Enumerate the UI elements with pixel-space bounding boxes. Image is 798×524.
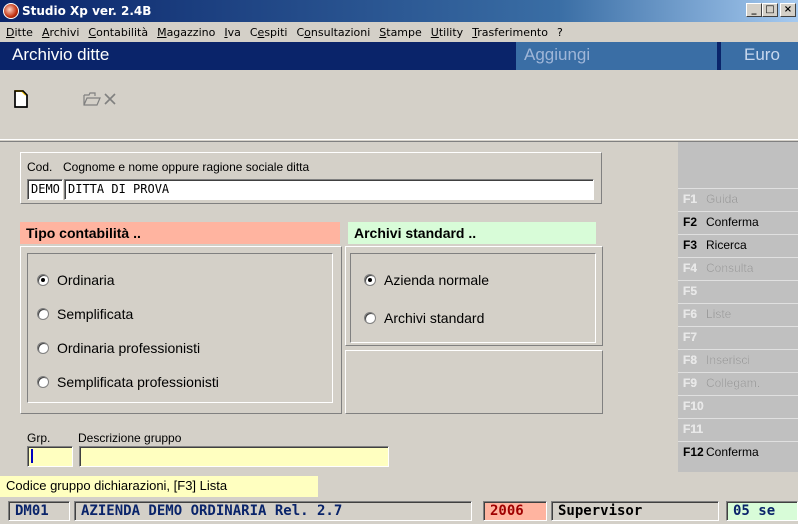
fkey-label: Conferma <box>706 215 759 229</box>
menu-item-7[interactable]: Stampe <box>379 26 422 39</box>
fkey-label: Inserisci <box>706 353 751 367</box>
tipo-option-2[interactable]: Ordinaria professionisti <box>37 340 200 356</box>
cod-label: Cod. <box>27 160 53 174</box>
grp-label: Grp. <box>27 431 51 445</box>
window-title: Studio Xp ver. 2.4B <box>22 4 152 18</box>
fkey-label: Collegam. <box>706 376 761 390</box>
fkey-f5: F5 <box>678 280 798 301</box>
group-code-input[interactable] <box>27 446 73 467</box>
archivi-standard-panel <box>345 246 603 346</box>
grp-desc-label: Descrizione gruppo <box>78 431 182 445</box>
menu-item-10[interactable]: ? <box>557 26 563 39</box>
close-button[interactable]: × <box>780 3 796 17</box>
status-company-name: AZIENDA DEMO ORDINARIA Rel. 2.7 <box>74 501 472 521</box>
app-icon[interactable] <box>3 3 19 19</box>
page-title: Archivio ditte <box>12 45 110 64</box>
delete-x-icon[interactable] <box>99 88 121 110</box>
status-date: 05 se <box>726 501 798 521</box>
radio-button[interactable] <box>37 376 49 388</box>
tipo-option-1[interactable]: Semplificata <box>37 306 133 322</box>
fkey-f11: F11 <box>678 418 798 439</box>
function-key-panel: F1 Guida F2 Conferma F3 Ricerca F4 Consulta F5 F6… <box>678 142 798 472</box>
fkey-key: F11 <box>683 422 704 436</box>
archivi-option-0[interactable]: Azienda normale <box>364 272 489 288</box>
fkey-key: F8 <box>683 353 698 367</box>
minimize-button[interactable]: _ <box>746 3 762 17</box>
name-label: Cognome e nome oppure ragione sociale di… <box>63 160 310 174</box>
menu-item-8[interactable]: Utility <box>431 26 463 39</box>
fkey-f2[interactable]: F2 Conferma <box>678 211 798 232</box>
fkey-label: Guida <box>706 192 739 206</box>
menu-item-9[interactable]: Trasferimento <box>472 26 548 39</box>
fkey-key: F6 <box>683 307 698 321</box>
empty-panel <box>345 350 603 414</box>
function-key-spacer <box>678 142 798 188</box>
fkey-key: F9 <box>683 376 698 390</box>
archivi-standard-heading: Archivi standard .. <box>348 222 596 244</box>
mode-indicator: Aggiungi <box>516 42 717 70</box>
radio-label: Semplificata <box>57 306 134 322</box>
window-controls: _ □ × <box>746 3 796 17</box>
radio-button[interactable] <box>364 274 376 286</box>
radio-button[interactable] <box>37 308 49 320</box>
menu-item-6[interactable]: Consultazioni <box>296 26 370 39</box>
tipo-option-0[interactable]: Ordinaria <box>37 272 115 288</box>
status-company-code: DM01 <box>8 501 70 521</box>
radio-label: Azienda normale <box>384 272 490 288</box>
radio-button[interactable] <box>364 312 376 324</box>
archivi-option-1[interactable]: Archivi standard <box>364 310 484 326</box>
company-name-input[interactable]: DITTA DI PROVA <box>64 179 594 200</box>
menu-item-3[interactable]: Magazzino <box>157 26 215 39</box>
status-year: 2006 <box>483 501 547 521</box>
new-document-icon[interactable] <box>10 88 32 110</box>
menu-item-1[interactable]: Archivi <box>42 26 79 39</box>
fkey-f8: F8 Inserisci <box>678 349 798 370</box>
radio-label: Archivi standard <box>384 310 485 326</box>
currency-indicator: Euro <box>721 42 798 70</box>
radio-label: Semplificata professionisti <box>57 374 219 390</box>
fkey-f6: F6 Liste <box>678 303 798 324</box>
fkey-label: Consulta <box>706 261 754 275</box>
radio-button[interactable] <box>37 342 49 354</box>
fkey-key: F7 <box>683 330 698 344</box>
fkey-f12[interactable]: F12 Conferma <box>678 441 798 462</box>
radio-label: Ordinaria <box>57 272 115 288</box>
hint-bar: Codice gruppo dichiarazioni, [F3] Lista <box>0 476 318 497</box>
fkey-f10: F10 <box>678 395 798 416</box>
fkey-key: F4 <box>683 261 698 275</box>
radio-button[interactable] <box>37 274 49 286</box>
title-bar[interactable]: Studio Xp ver. 2.4B _ □ × <box>0 0 798 22</box>
menu-item-5[interactable]: Cespiti <box>250 26 288 39</box>
fkey-key: F3 <box>683 238 698 252</box>
menu-item-4[interactable]: Iva <box>224 26 241 39</box>
group-description-input[interactable] <box>79 446 389 467</box>
fkey-key: F12 <box>683 445 704 459</box>
fkey-label: Ricerca <box>706 238 747 252</box>
fkey-key: F10 <box>683 399 704 413</box>
fkey-key: F2 <box>683 215 698 229</box>
tipo-contabilita-heading: Tipo contabilità .. <box>20 222 340 244</box>
fkey-f3[interactable]: F3 Ricerca <box>678 234 798 255</box>
menu-item-0[interactable]: Ditte <box>6 26 33 39</box>
fkey-f4: F4 Consulta <box>678 257 798 278</box>
radio-label: Ordinaria professionisti <box>57 340 201 356</box>
fkey-label: Conferma <box>706 445 759 459</box>
fkey-label: Liste <box>706 307 732 321</box>
status-user: Supervisor <box>551 501 719 521</box>
tipo-option-3[interactable]: Semplificata professionisti <box>37 374 219 390</box>
fkey-f9: F9 Collegam. <box>678 372 798 393</box>
cod-input[interactable]: DEMO <box>27 179 63 200</box>
header-band: Archivio ditte Aggiungi Euro <box>0 42 798 70</box>
menu-bar: Ditte Archivi Contabilità Magazzino Iva Cespi… <box>0 22 798 42</box>
fkey-key: F1 <box>683 192 698 206</box>
fkey-f7: F7 <box>678 326 798 347</box>
status-bar: DM01 AZIENDA DEMO ORDINARIA Rel. 2.7 200… <box>0 497 798 524</box>
maximize-button[interactable]: □ <box>762 3 778 17</box>
menu-item-2[interactable]: Contabilità <box>88 26 148 39</box>
text-cursor <box>31 449 33 463</box>
toolbar <box>0 70 798 140</box>
fkey-key: F5 <box>683 284 698 298</box>
fkey-f1: F1 Guida <box>678 188 798 209</box>
